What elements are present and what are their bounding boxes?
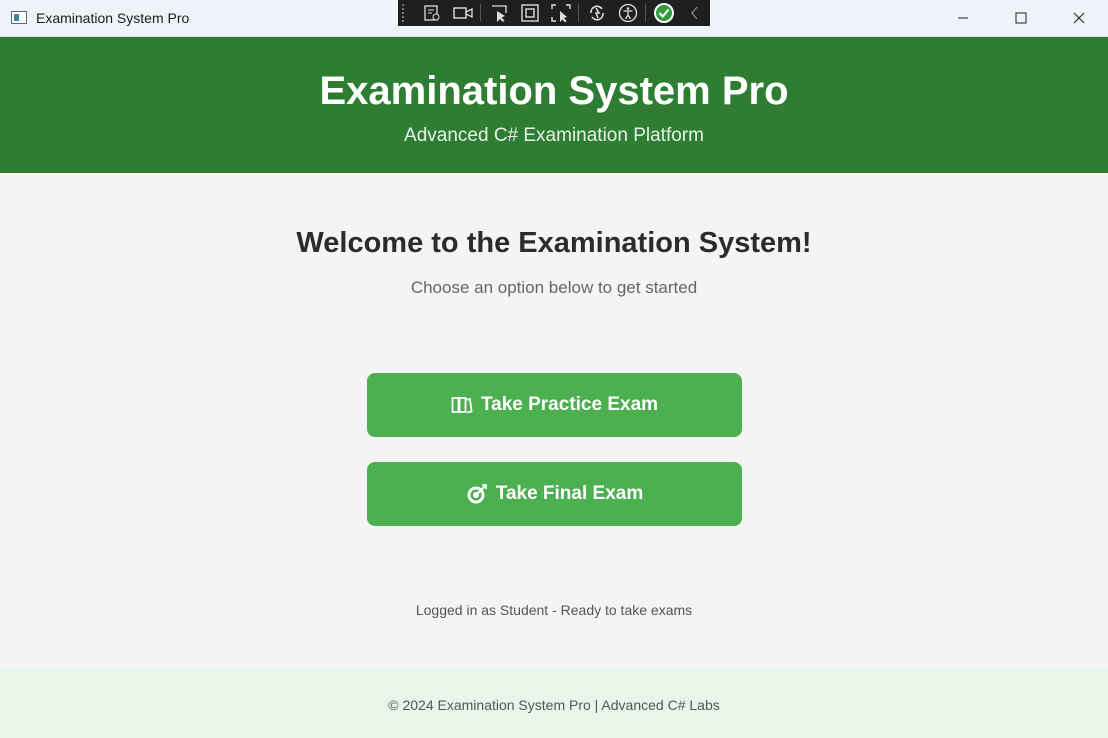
app-footer: © 2024 Examination System Pro | Advanced… (0, 670, 1108, 738)
app-subtitle: Advanced C# Examination Platform (404, 125, 704, 146)
login-status: Logged in as Student - Ready to take exa… (415, 602, 693, 618)
live-visual-tree-button[interactable] (416, 0, 447, 26)
record-button[interactable] (447, 0, 478, 26)
accessibility-button[interactable] (612, 0, 643, 26)
take-final-exam-button[interactable]: Take Final Exam (367, 462, 742, 526)
welcome-heading: Welcome to the Examination System! (296, 227, 812, 259)
track-focus-icon (550, 4, 571, 23)
practice-exam-label: Take Practice Exam (480, 394, 659, 415)
live-visual-tree-icon (423, 5, 439, 21)
main-content: Welcome to the Examination System! Choos… (0, 173, 1108, 670)
maximize-icon (1015, 12, 1027, 24)
accessibility-icon (618, 3, 637, 23)
track-focus-button[interactable] (545, 0, 576, 26)
select-element-button[interactable] (483, 0, 514, 26)
window-controls (934, 0, 1108, 36)
toolbar-separator (480, 4, 481, 22)
toolbar-grip[interactable] (402, 4, 408, 22)
app-icon (11, 11, 27, 24)
display-layout-adorners-button[interactable] (514, 0, 545, 26)
footer-copyright: © 2024 Examination System Pro | Advanced… (388, 697, 720, 713)
binding-check-button[interactable] (648, 0, 679, 26)
minimize-button[interactable] (934, 0, 992, 36)
maximize-button[interactable] (992, 0, 1050, 36)
toolbar-separator (578, 4, 579, 22)
take-practice-exam-button[interactable]: Take Practice Exam (367, 373, 742, 437)
app-header: Examination System Pro Advanced C# Exami… (0, 37, 1108, 173)
toolbar-separator (645, 4, 646, 22)
collapse-toolbar-button[interactable] (679, 0, 710, 26)
hot-reload-icon (589, 5, 604, 21)
hot-reload-button[interactable] (581, 0, 612, 26)
binding-check-icon (653, 3, 674, 23)
app-title: Examination System Pro (319, 69, 789, 113)
minimize-icon (958, 17, 968, 19)
display-layout-adorners-icon (520, 4, 539, 22)
close-button[interactable] (1050, 0, 1108, 36)
debug-toolbar (398, 0, 710, 26)
close-icon (1073, 12, 1085, 24)
window-title: Examination System Pro (36, 10, 190, 26)
final-exam-label: Take Final Exam (495, 483, 644, 504)
collapse-chevron-icon (690, 6, 697, 20)
target-icon (466, 483, 488, 505)
select-element-icon (491, 5, 507, 22)
record-icon (452, 7, 473, 19)
practice-books-icon (451, 395, 473, 415)
instruction-text: Choose an option below to get started (410, 278, 698, 297)
